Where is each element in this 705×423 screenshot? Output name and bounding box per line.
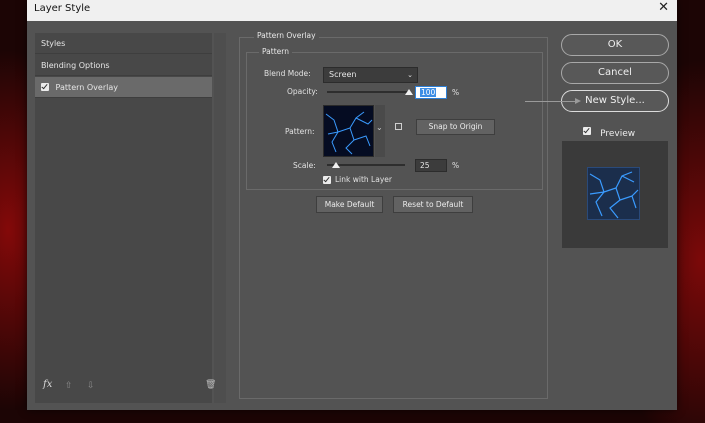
scale-unit: % <box>452 161 460 170</box>
opacity-unit: % <box>452 88 460 97</box>
blend-mode-select[interactable]: Screen ⌄ <box>323 67 418 83</box>
dialog-title: Layer Style <box>34 3 91 14</box>
preview-pattern <box>589 171 639 219</box>
blend-mode-value: Screen <box>329 70 357 79</box>
scale-input[interactable]: 25 <box>415 159 447 172</box>
pattern-group: Pattern Blend Mode: Screen ⌄ Opacity: 10… <box>246 47 543 190</box>
preview-checkbox[interactable] <box>583 126 591 135</box>
layer-style-dialog: Layer Style ✕ Styles Blending Options Pa… <box>27 0 677 410</box>
opacity-slider-track[interactable] <box>327 91 409 93</box>
close-icon[interactable]: ✕ <box>658 0 669 15</box>
snap-to-origin-button[interactable]: Snap to Origin <box>416 119 495 135</box>
sidebar-item-styles[interactable]: Styles <box>35 33 212 54</box>
group-title: Pattern <box>259 47 292 56</box>
chevron-down-icon: ⌄ <box>376 123 383 132</box>
styles-list-panel: Styles Blending Options Pattern Overlay … <box>35 33 226 403</box>
pattern-thumbnail <box>325 111 373 155</box>
sidebar-item-label: Styles <box>41 39 66 48</box>
sidebar-item-label: Pattern Overlay <box>55 83 118 92</box>
section-title: Pattern Overlay <box>254 31 319 40</box>
link-with-layer-label: Link with Layer <box>335 175 392 184</box>
opacity-input[interactable]: 100 <box>415 86 447 99</box>
reset-to-default-button[interactable]: Reset to Default <box>393 196 473 213</box>
scale-label: Scale: <box>293 161 316 170</box>
move-up-icon[interactable]: ⇧ <box>65 381 73 391</box>
opacity-label: Opacity: <box>287 87 318 96</box>
sidebar-item-pattern-overlay[interactable]: Pattern Overlay <box>35 77 212 98</box>
link-with-layer-checkbox[interactable] <box>323 176 331 184</box>
pattern-label: Pattern: <box>285 127 315 136</box>
pattern-swatch[interactable] <box>323 105 374 157</box>
chevron-down-icon: ⌄ <box>407 71 413 79</box>
fx-icon[interactable]: fx <box>43 379 52 390</box>
scale-slider-thumb[interactable] <box>332 162 341 168</box>
ok-button[interactable]: OK <box>561 34 669 56</box>
preview-label: Preview <box>600 129 636 139</box>
pattern-overlay-checkbox[interactable] <box>41 82 49 91</box>
move-down-icon[interactable]: ⇩ <box>87 381 95 391</box>
pattern-picker-dropdown[interactable]: ⌄ <box>375 105 385 157</box>
trash-icon[interactable]: 🗑 <box>205 380 216 390</box>
scale-value: 25 <box>420 161 430 170</box>
sidebar-scrollbar[interactable] <box>214 33 226 403</box>
cancel-button[interactable]: Cancel <box>561 62 669 84</box>
title-bar: Layer Style ✕ <box>27 0 677 21</box>
preview-toggle[interactable]: Preview <box>583 121 635 139</box>
opacity-slider-thumb[interactable] <box>405 89 413 95</box>
pattern-overlay-section: Pattern Overlay Pattern Blend Mode: Scre… <box>239 31 548 399</box>
opacity-value: 100 <box>420 88 437 97</box>
sidebar-item-blending-options[interactable]: Blending Options <box>35 55 212 76</box>
annotation-arrow-line <box>525 101 579 102</box>
blend-mode-label: Blend Mode: <box>264 69 311 78</box>
sidebar-item-label: Blending Options <box>41 61 110 70</box>
annotation-arrow-head <box>575 98 581 104</box>
sidebar-footer: fx ⇧ ⇩ 🗑 <box>35 379 216 395</box>
preview-swatch <box>587 167 640 220</box>
new-preset-icon[interactable] <box>395 123 402 130</box>
make-default-button[interactable]: Make Default <box>316 196 383 213</box>
preview-thumbnail-area <box>562 141 668 248</box>
